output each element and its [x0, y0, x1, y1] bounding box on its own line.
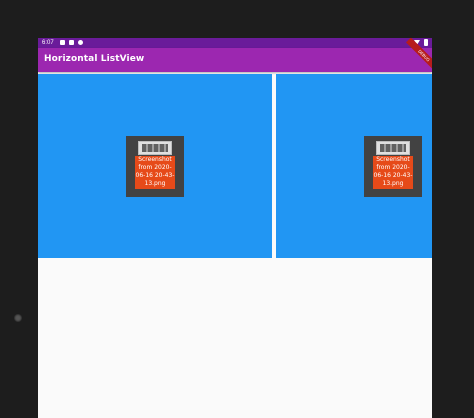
- app-bar: Horizontal ListView DEBUG: [38, 38, 432, 74]
- sd-card-icon: [69, 40, 74, 45]
- device-screen: 6:07 Horizontal ListView DEBUG Screensho…: [38, 38, 432, 418]
- thumbnail-caption: Screenshot from 2020- 06-16 20-43- 13.pn…: [373, 156, 413, 189]
- tablet-frame: 6:07 Horizontal ListView DEBUG Screensho…: [0, 0, 474, 418]
- camera-icon: [14, 314, 22, 322]
- list-item[interactable]: Screenshot from 2020- 06-16 20-43- 13.pn…: [38, 74, 272, 258]
- sync-icon: [78, 40, 83, 45]
- image-preview-icon: [376, 141, 410, 155]
- battery-icon: [424, 39, 428, 46]
- file-thumbnail: Screenshot from 2020- 06-16 20-43- 13.pn…: [126, 136, 184, 197]
- list-item[interactable]: Screenshot from 2020- 06-16 20-43- 13.pn…: [276, 74, 432, 258]
- page-title: Horizontal ListView: [44, 54, 145, 64]
- horizontal-list-view[interactable]: Screenshot from 2020- 06-16 20-43- 13.pn…: [38, 74, 432, 258]
- status-bar: 6:07: [38, 38, 432, 48]
- thumbnail-caption: Screenshot from 2020- 06-16 20-43- 13.pn…: [135, 156, 175, 189]
- image-preview-icon: [138, 141, 172, 155]
- notification-icon: [60, 40, 65, 45]
- status-time: 6:07: [42, 40, 54, 46]
- file-thumbnail: Screenshot from 2020- 06-16 20-43- 13.pn…: [364, 136, 422, 197]
